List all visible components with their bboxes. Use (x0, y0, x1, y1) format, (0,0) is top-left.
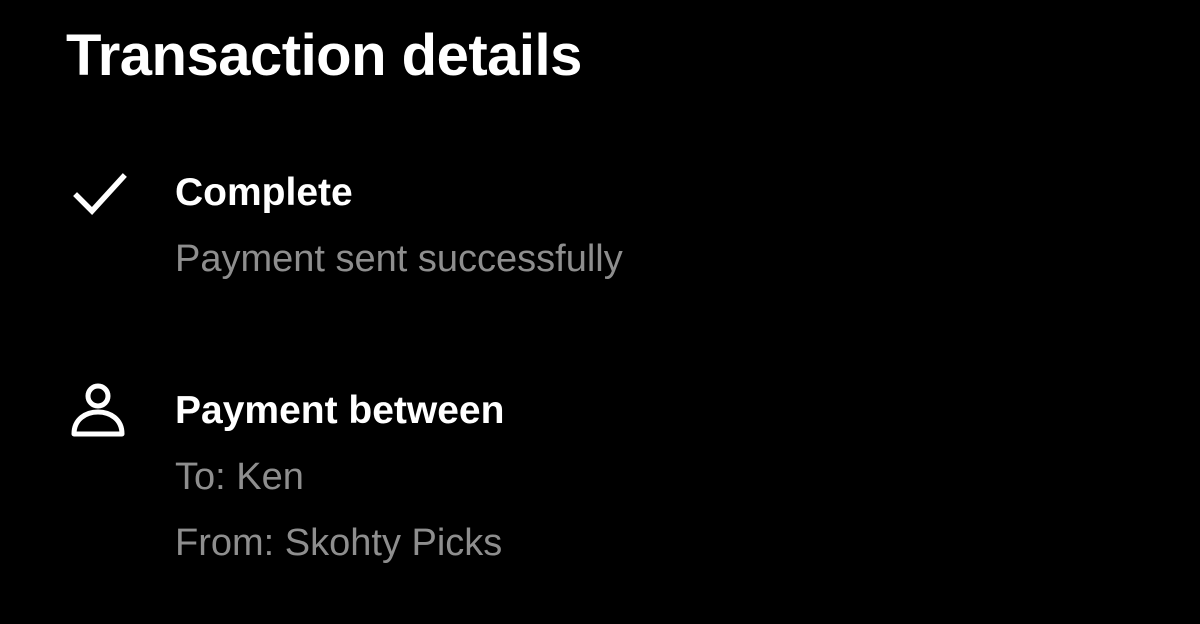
payment-recipient: To: Ken (175, 456, 304, 498)
checkmark-icon (68, 164, 128, 224)
page-title: Transaction details (66, 23, 582, 88)
status-description: Payment sent successfully (175, 238, 623, 280)
payment-sender: From: Skohty Picks (175, 522, 503, 564)
payment-between-title: Payment between (175, 389, 505, 432)
status-title: Complete (175, 171, 353, 214)
payment-between-body: Payment between To: Ken From: Skohty Pic… (175, 378, 504, 576)
person-icon (68, 382, 128, 442)
status-body: Complete Payment sent successfully (175, 160, 623, 292)
